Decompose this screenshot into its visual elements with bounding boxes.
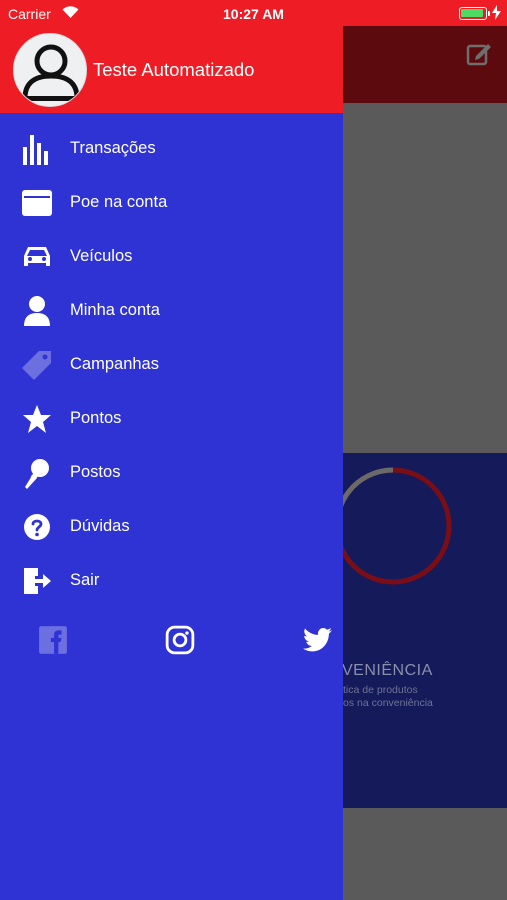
user-icon (21, 295, 53, 327)
instagram-icon[interactable] (165, 625, 195, 655)
facebook-icon[interactable] (38, 625, 68, 655)
battery-nub (488, 11, 490, 16)
menu-item-sair[interactable]: Sair (0, 555, 343, 607)
menu-item-campanhas[interactable]: Campanhas (0, 339, 343, 391)
menu-label-sair: Sair (70, 571, 100, 589)
edit-icon (466, 44, 491, 66)
menu-item-poe-na-conta[interactable]: Poe na conta (0, 177, 343, 229)
battery-icon (459, 7, 487, 20)
status-time: 10:27 AM (223, 6, 284, 22)
background-section-subtitle: tica de produtos (343, 684, 418, 696)
user-name: Teste Automatizado (93, 59, 255, 80)
pin-icon (21, 457, 53, 489)
twitter-icon[interactable] (303, 625, 333, 655)
menu-label-campanhas: Campanhas (70, 355, 159, 373)
battery-level (461, 9, 483, 17)
progress-ring (334, 467, 452, 585)
background-section-title: VENIÊNCIA (342, 662, 433, 679)
bar-chart-icon (21, 133, 53, 165)
user-avatar-icon (22, 44, 80, 101)
menu-label-duvidas: Dúvidas (70, 517, 130, 535)
avatar[interactable] (13, 33, 87, 107)
tag-icon (21, 349, 53, 381)
car-icon (21, 241, 53, 273)
navigation-drawer: Teste Automatizado Transações Poe na con… (0, 26, 343, 900)
menu-item-pontos[interactable]: Pontos (0, 393, 343, 445)
menu-item-minha-conta[interactable]: Minha conta (0, 285, 343, 337)
menu-label-minha-conta: Minha conta (70, 301, 160, 319)
menu-label-pontos: Pontos (70, 409, 122, 427)
background-section-subtitle-2: os na conveniência (343, 697, 433, 709)
menu-label-postos: Postos (70, 463, 121, 481)
menu-item-postos[interactable]: Postos (0, 447, 343, 499)
star-icon (21, 403, 53, 435)
menu-label-transacoes: Transações (70, 139, 156, 157)
menu-label-poe-na-conta: Poe na conta (70, 193, 168, 211)
logout-icon (21, 565, 53, 597)
menu-item-transacoes[interactable]: Transações (0, 123, 343, 175)
menu-item-veiculos[interactable]: Veículos (0, 231, 343, 283)
drawer-header: Teste Automatizado (0, 26, 343, 113)
question-icon (21, 511, 53, 543)
menu-item-duvidas[interactable]: Dúvidas (0, 501, 343, 553)
wallet-icon (21, 187, 53, 219)
menu-label-veiculos: Veículos (70, 247, 133, 265)
charging-icon (492, 5, 501, 20)
status-bar: Carrier 10:27 AM (0, 0, 507, 26)
